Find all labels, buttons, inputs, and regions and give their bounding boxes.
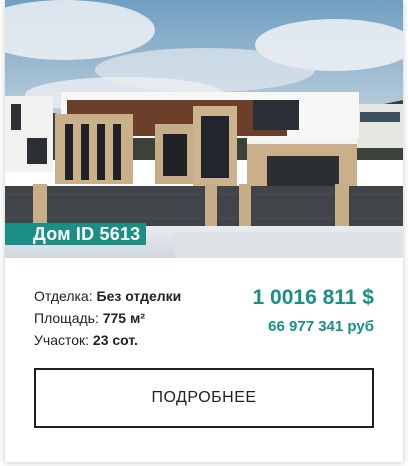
listing-id-badge: Дом ID 5613 (5, 223, 147, 245)
property-list: Отделка: Без отделки Площадь: 775 м² Уча… (34, 286, 181, 352)
property-finish: Отделка: Без отделки (34, 286, 181, 308)
house-photo-illustration (5, 0, 403, 258)
listing-card: Дом ID 5613 Отделка: Без отделки Площадь… (5, 0, 403, 462)
property-plot-label: Участок: (34, 332, 90, 348)
price-block: 1 0016 811 $ 66 977 341 руб (253, 285, 374, 337)
property-area-value: 775 м² (102, 310, 146, 326)
property-area: Площадь: 775 м² (34, 308, 181, 330)
price-rub: 66 977 341 руб (268, 318, 374, 335)
property-plot: Участок: 23 сот. (34, 330, 181, 352)
property-finish-label: Отделка: (34, 288, 93, 304)
property-area-label: Площадь: (34, 310, 99, 326)
more-details-button[interactable]: ПОДРОБНЕЕ (34, 368, 374, 428)
house-photo[interactable]: Дом ID 5613 (5, 0, 403, 258)
property-finish-value: Без отделки (96, 288, 182, 304)
price-usd: 1 0016 811 $ (252, 286, 374, 309)
property-plot-value: 23 сот. (92, 332, 138, 348)
